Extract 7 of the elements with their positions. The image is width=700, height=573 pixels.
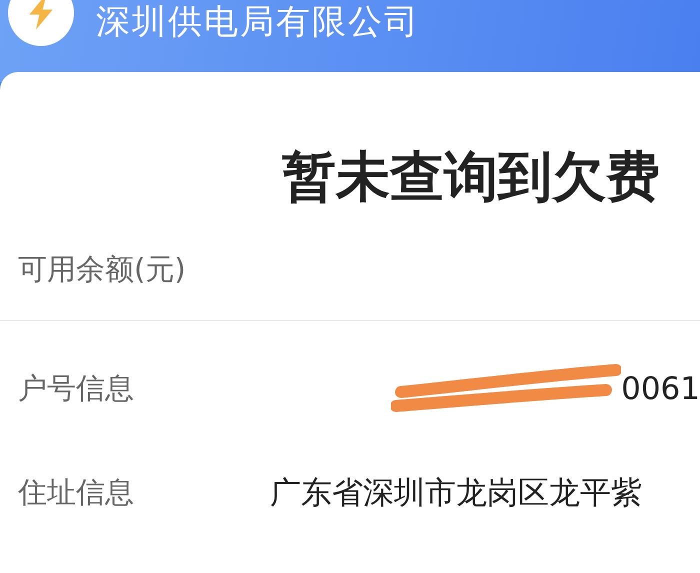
info-label: 住址信息 xyxy=(18,474,134,511)
company-title: 深圳供电局有限公司 xyxy=(96,2,420,42)
address-value: 广东省深圳市龙岗区龙平紫 xyxy=(270,475,642,511)
info-label: 户号信息 xyxy=(18,370,134,407)
account-number: 0061 xyxy=(621,371,700,407)
balance-label: 可用余额(元) xyxy=(18,252,186,286)
status-message: 暂未查询到欠费 xyxy=(282,144,660,210)
